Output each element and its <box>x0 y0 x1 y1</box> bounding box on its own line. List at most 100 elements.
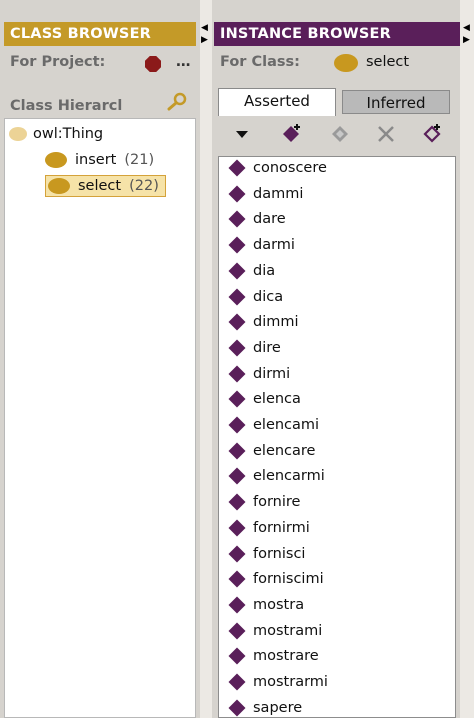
list-item[interactable]: dirmi <box>227 362 290 386</box>
instance-icon <box>228 416 246 434</box>
instance-icon <box>228 185 246 203</box>
delete-instance-icon[interactable] <box>372 122 400 146</box>
instance-label: dirmi <box>253 365 291 382</box>
class-browser-panel: CLASS BROWSER For Project: … Class Hiera… <box>0 0 200 718</box>
for-class-label: For Class: <box>220 54 300 70</box>
instance-browser-header: INSTANCE BROWSER <box>214 22 466 46</box>
tree-root-owl-thing[interactable]: owl:Thing <box>9 123 103 145</box>
class-icon <box>334 54 358 72</box>
collapse-right-icon[interactable]: ▶ <box>201 36 208 45</box>
class-browser-header: CLASS BROWSER <box>4 22 196 46</box>
list-item[interactable]: elencarmi <box>227 464 325 488</box>
tree-node-select[interactable]: select (22) <box>45 175 166 197</box>
instance-label: sapere <box>253 699 303 716</box>
list-item[interactable]: sapere <box>227 696 302 720</box>
list-item[interactable]: dare <box>227 207 286 231</box>
instance-label: dare <box>253 211 286 228</box>
list-item[interactable]: forniscimi <box>227 567 324 591</box>
list-item[interactable]: mostrami <box>227 619 322 643</box>
list-item[interactable]: dire <box>227 336 281 360</box>
instance-label: mostrare <box>253 648 319 665</box>
tree-node-label: owl:Thing <box>33 126 104 142</box>
instance-icon <box>228 288 246 305</box>
class-icon <box>45 152 67 168</box>
instance-browser-panel: INSTANCE BROWSER For Class: select Asser… <box>212 0 466 718</box>
instance-icon <box>228 570 246 588</box>
panel-edge[interactable]: ◀ ▶ <box>460 0 474 718</box>
list-item[interactable]: fornire <box>227 490 300 514</box>
class-icon <box>48 178 70 194</box>
instance-label: dire <box>253 339 281 356</box>
collapse-left-icon[interactable]: ◀ <box>201 24 208 33</box>
instance-icon <box>228 622 246 640</box>
instance-label: dimmi <box>253 314 299 331</box>
instance-icon <box>228 313 246 331</box>
instance-label: dammi <box>253 185 304 202</box>
instance-label: fornire <box>253 494 301 511</box>
tree-node-label: insert <box>75 152 117 168</box>
for-class-value: select <box>366 54 410 70</box>
instance-icon <box>228 262 246 280</box>
tab-inferred[interactable]: Inferred <box>342 90 450 114</box>
instance-icon <box>228 519 246 537</box>
create-instance-icon[interactable] <box>278 122 306 146</box>
class-hierarchy-label: Class Hierarcl <box>10 98 123 114</box>
instance-icon <box>228 699 246 717</box>
class-tree[interactable]: owl:Thing insert (21) select (22) <box>4 118 196 718</box>
instance-label: mostra <box>253 596 305 613</box>
project-name-ellipsis[interactable]: … <box>176 54 191 70</box>
list-item[interactable]: dammi <box>227 182 303 206</box>
instance-label: forniscimi <box>253 571 324 588</box>
list-item[interactable]: mostra <box>227 593 304 617</box>
list-item[interactable]: elencami <box>227 413 319 437</box>
instance-label: elenca <box>253 391 301 408</box>
tree-node-label: select <box>78 178 122 194</box>
instance-count: (22) <box>129 178 159 194</box>
class-root-icon <box>9 127 27 141</box>
list-item[interactable]: mostrare <box>227 644 319 668</box>
instance-icon <box>228 390 246 408</box>
instance-label: elencami <box>253 417 320 433</box>
instance-icon <box>228 673 246 691</box>
instance-icon <box>228 339 246 357</box>
instance-icon <box>228 365 246 383</box>
project-icon <box>145 56 161 72</box>
instance-list[interactable]: conoscere dammi dare darmi dia dica dimmi dire d… <box>218 156 456 718</box>
instance-label: mostrarmi <box>253 674 328 690</box>
copy-instance-icon[interactable] <box>326 122 354 146</box>
tree-node-insert[interactable]: insert (21) <box>45 149 154 171</box>
list-item[interactable]: dia <box>227 259 275 283</box>
instance-icon <box>228 493 246 511</box>
instance-label: fornisci <box>253 545 306 562</box>
list-item[interactable]: darmi <box>227 233 295 257</box>
instance-label: conoscere <box>253 160 327 176</box>
instance-label: darmi <box>253 237 295 254</box>
search-icon[interactable] <box>166 92 190 112</box>
for-project-label: For Project: <box>10 54 106 70</box>
instance-label: dia <box>253 262 276 279</box>
instance-icon <box>228 442 246 460</box>
list-item[interactable]: elencare <box>227 439 315 463</box>
list-item[interactable]: mostrarmi <box>227 670 328 694</box>
collapse-left-icon[interactable]: ◀ <box>463 24 470 33</box>
instance-count: (21) <box>124 152 155 168</box>
instance-label: fornirmi <box>253 519 310 536</box>
list-item[interactable]: dimmi <box>227 310 299 334</box>
instance-icon <box>228 596 246 614</box>
instance-label: dica <box>253 288 284 305</box>
instance-icon <box>228 159 246 177</box>
list-item[interactable]: fornisci <box>227 542 305 566</box>
collapse-right-icon[interactable]: ▶ <box>463 36 470 45</box>
list-item[interactable]: dica <box>227 285 283 309</box>
instance-icon <box>228 647 246 665</box>
list-item[interactable]: conoscere <box>227 156 327 180</box>
list-item[interactable]: fornirmi <box>227 516 310 540</box>
instance-icon <box>228 210 246 228</box>
instance-label: elencare <box>253 442 316 459</box>
panel-divider[interactable]: ◀ ▶ <box>200 0 212 718</box>
dropdown-arrow-icon[interactable] <box>228 122 256 146</box>
tab-asserted[interactable]: Asserted <box>218 88 336 116</box>
instance-icon <box>228 467 246 485</box>
list-item[interactable]: elenca <box>227 387 301 411</box>
instance-settings-icon[interactable] <box>418 122 446 146</box>
